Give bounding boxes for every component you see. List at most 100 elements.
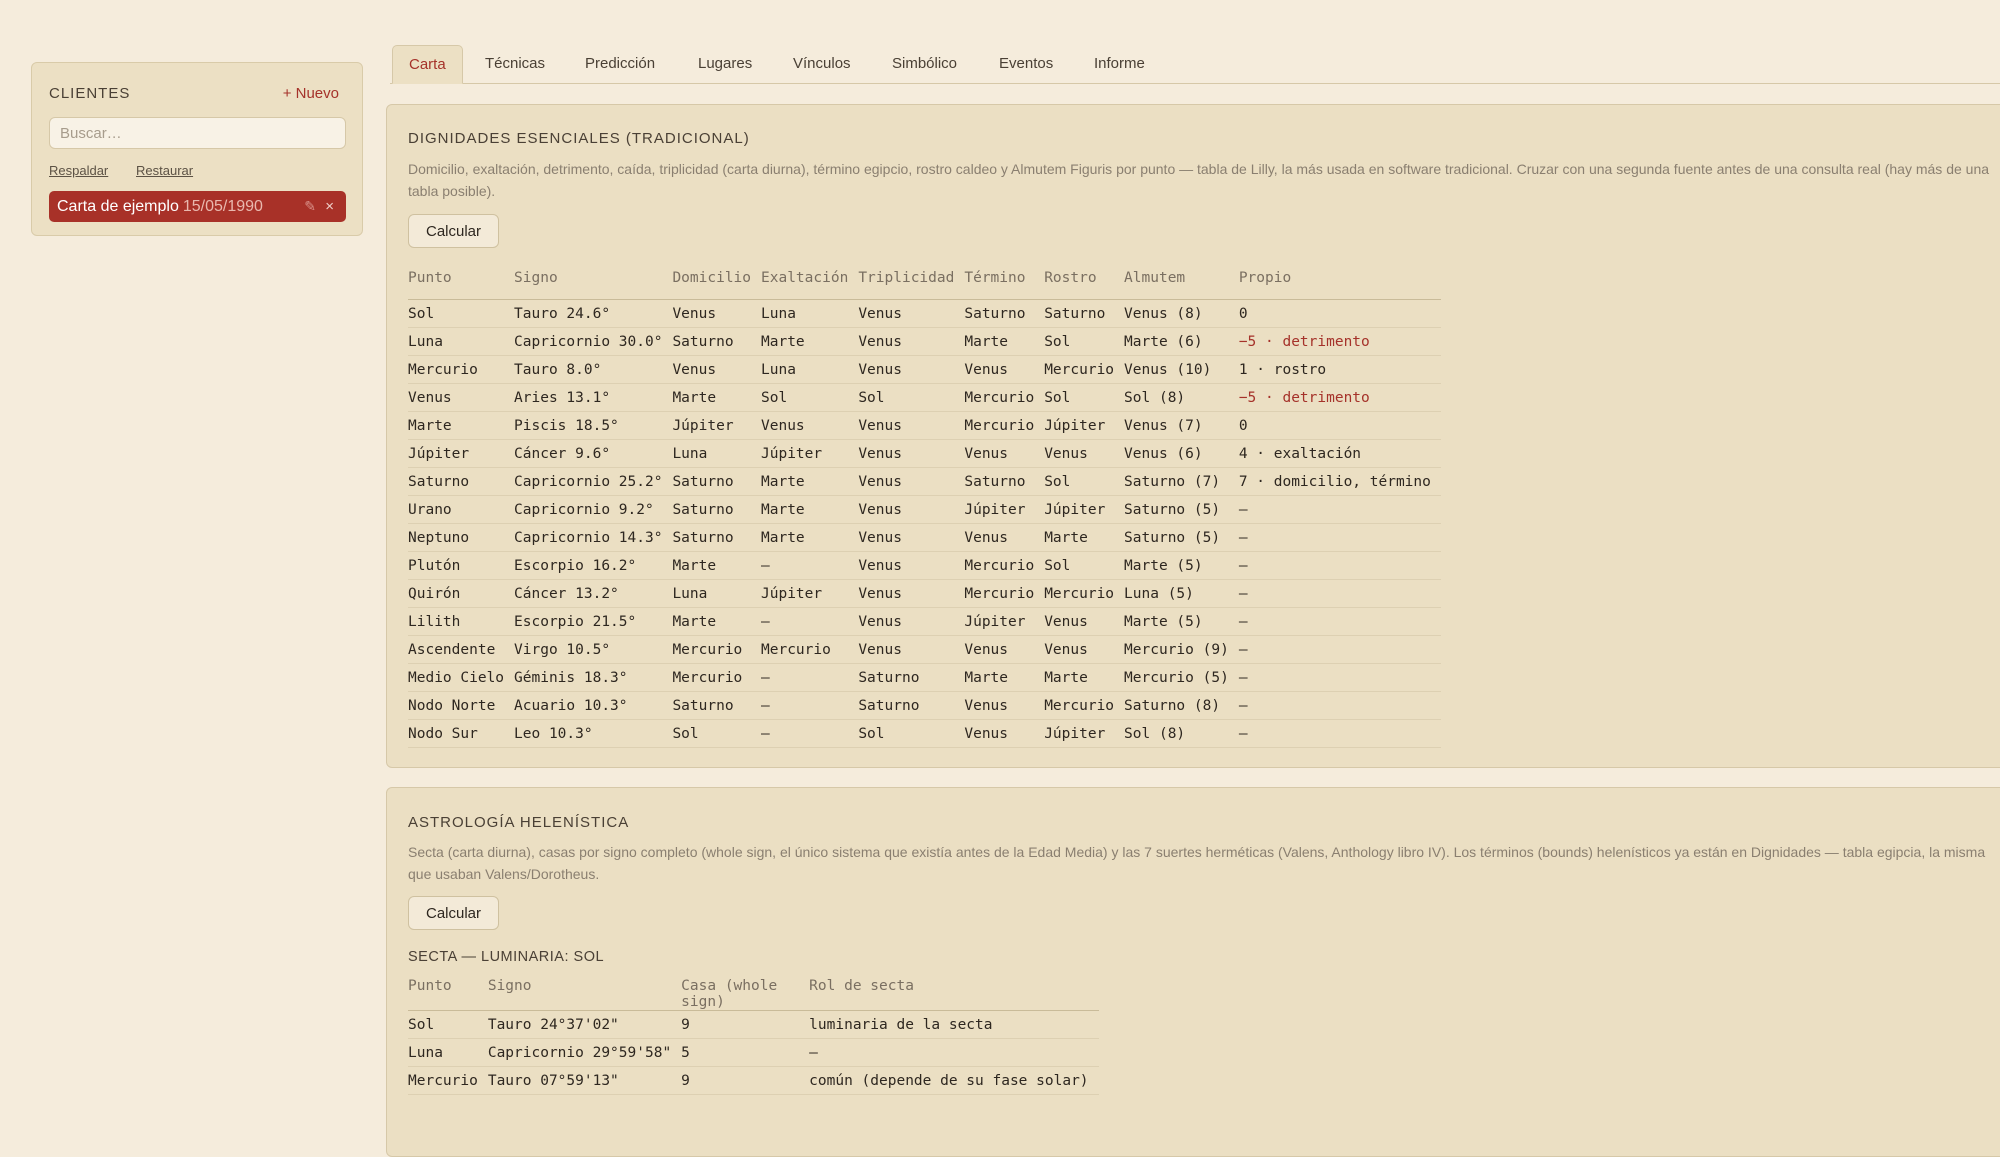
- table-row: Plutón Escorpio 16.2° Marte — Venus Mercurio S…: [408, 551, 1441, 580]
- table-cell: Saturno (5): [1124, 523, 1239, 552]
- table-cell: Mercurio: [964, 383, 1045, 412]
- clients-sidebar: CLIENTES + Nuevo Respaldar Restaurar Car…: [31, 62, 363, 236]
- table-cell: 9: [681, 1010, 810, 1039]
- sidebar-title: CLIENTES: [49, 85, 131, 102]
- table-cell: Júpiter: [964, 495, 1045, 524]
- table-cell: Venus (10): [1124, 355, 1239, 384]
- table-cell: Sol (8): [1124, 383, 1239, 412]
- table-cell: Venus: [964, 439, 1045, 468]
- tab-informe[interactable]: Informe: [1094, 45, 1145, 83]
- column-header: Rostro: [1044, 270, 1125, 300]
- table-cell: Sol: [408, 299, 515, 328]
- table-cell: luminaria de la secta: [809, 1010, 1099, 1039]
- tab-carta[interactable]: Carta: [392, 45, 463, 84]
- table-cell: 5: [681, 1038, 810, 1067]
- table-cell: Mercurio: [1044, 579, 1125, 608]
- table-cell: Marte: [1044, 663, 1125, 692]
- tab-prediccion[interactable]: Predicción: [585, 45, 655, 83]
- table-cell: Sol: [761, 383, 859, 412]
- table-cell: Marte: [672, 607, 762, 636]
- table-cell: Saturno (7): [1124, 467, 1239, 496]
- tab-vinculos[interactable]: Vínculos: [793, 45, 851, 83]
- table-cell: Tauro 8.0°: [514, 355, 673, 384]
- table-cell: Mercurio: [1044, 355, 1125, 384]
- table-cell: Mercurio: [964, 411, 1045, 440]
- table-cell: Venus: [761, 411, 859, 440]
- table-cell: Marte: [761, 495, 859, 524]
- table-row: Luna Capricornio 29°59'58" 5—: [408, 1038, 1099, 1067]
- table-cell: Sol: [1044, 327, 1125, 356]
- tab-lugares[interactable]: Lugares: [698, 45, 752, 83]
- table-cell: Mercurio (5): [1124, 663, 1239, 692]
- table-cell: Venus: [858, 495, 965, 524]
- table-cell: 7 · domicilio, término: [1238, 467, 1441, 496]
- dignities-calculate-button[interactable]: Calcular: [408, 214, 499, 248]
- table-cell: —: [761, 719, 859, 748]
- table-cell: Sol (8): [1124, 719, 1239, 748]
- table-cell: Marte: [964, 327, 1045, 356]
- table-cell: Géminis 18.3°: [514, 663, 673, 692]
- table-cell: —: [1238, 719, 1441, 748]
- table-cell: Luna (5): [1124, 579, 1239, 608]
- table-cell: Piscis 18.5°: [514, 411, 673, 440]
- table-cell: Venus: [858, 299, 965, 328]
- table-row: Urano Capricornio 9.2° Saturno Marte Venus Jú…: [408, 495, 1441, 524]
- sect-table: Punto Signo Casa (whole sign) Rol de secta …: [408, 978, 1099, 1095]
- table-cell: Venus (7): [1124, 411, 1239, 440]
- table-cell: Venus: [964, 691, 1045, 720]
- pencil-icon[interactable]: ✎: [304, 191, 316, 222]
- table-cell: 4 · exaltación: [1238, 439, 1441, 468]
- table-cell: Saturno: [672, 691, 762, 720]
- column-header: Casa (whole sign): [681, 978, 810, 1011]
- table-cell: Mercurio: [408, 355, 515, 384]
- table-cell: —: [1238, 551, 1441, 580]
- table-cell: Saturno (5): [1124, 495, 1239, 524]
- dignities-title: DIGNIDADES ESENCIALES (TRADICIONAL): [408, 130, 750, 147]
- table-cell: Mercurio: [964, 579, 1045, 608]
- client-search-input[interactable]: [49, 117, 346, 149]
- new-client-button[interactable]: + Nuevo: [283, 85, 339, 102]
- table-cell: Aries 13.1°: [514, 383, 673, 412]
- table-cell: Capricornio 29°59'58": [487, 1038, 682, 1067]
- table-cell: Venus: [1044, 607, 1125, 636]
- table-cell: 0: [1238, 299, 1441, 328]
- table-cell: Júpiter: [672, 411, 762, 440]
- backup-link[interactable]: Respaldar: [49, 163, 108, 178]
- dignities-panel: DIGNIDADES ESENCIALES (TRADICIONAL) Domi…: [386, 104, 2000, 768]
- table-cell: —: [761, 691, 859, 720]
- table-cell: Saturno: [858, 663, 965, 692]
- table-cell: Júpiter: [964, 607, 1045, 636]
- table-cell: Lilith: [408, 607, 515, 636]
- tab-simbolico[interactable]: Simbólico: [892, 45, 957, 83]
- table-cell: −5 · detrimento: [1238, 327, 1441, 356]
- table-cell: Venus: [858, 551, 965, 580]
- close-icon[interactable]: ×: [325, 191, 334, 222]
- table-cell: Luna: [761, 355, 859, 384]
- table-cell: —: [1238, 495, 1441, 524]
- table-cell: Marte (6): [1124, 327, 1239, 356]
- table-cell: Virgo 10.5°: [514, 635, 673, 664]
- table-cell: Venus: [858, 439, 965, 468]
- tab-tecnicas[interactable]: Técnicas: [485, 45, 545, 83]
- table-cell: Nodo Sur: [408, 719, 515, 748]
- hellenistic-calculate-button[interactable]: Calcular: [408, 896, 499, 930]
- table-cell: Capricornio 25.2°: [514, 467, 673, 496]
- table-cell: —: [1238, 579, 1441, 608]
- table-cell: Marte: [1044, 523, 1125, 552]
- table-row: Luna Capricornio 30.0° Saturno Marte Venus Ma…: [408, 327, 1441, 356]
- column-header: Término: [964, 270, 1045, 300]
- dignities-table: Punto Signo Domicilio Exaltación Triplicidad…: [408, 270, 1441, 748]
- table-cell: 0: [1238, 411, 1441, 440]
- restore-link[interactable]: Restaurar: [136, 163, 193, 178]
- table-cell: Capricornio 9.2°: [514, 495, 673, 524]
- column-header: Punto: [408, 978, 488, 1011]
- table-row: Ascendente Virgo 10.5° Mercurio Mercurio Ven…: [408, 635, 1441, 664]
- table-cell: Saturno: [408, 467, 515, 496]
- table-cell: Cáncer 9.6°: [514, 439, 673, 468]
- table-cell: Mercurio: [408, 1066, 488, 1095]
- table-cell: Venus: [858, 579, 965, 608]
- table-cell: Venus: [964, 355, 1045, 384]
- table-cell: Sol: [1044, 467, 1125, 496]
- tab-eventos[interactable]: Eventos: [999, 45, 1053, 83]
- client-item[interactable]: Carta de ejemplo 15/05/1990 ✎ ×: [49, 191, 346, 222]
